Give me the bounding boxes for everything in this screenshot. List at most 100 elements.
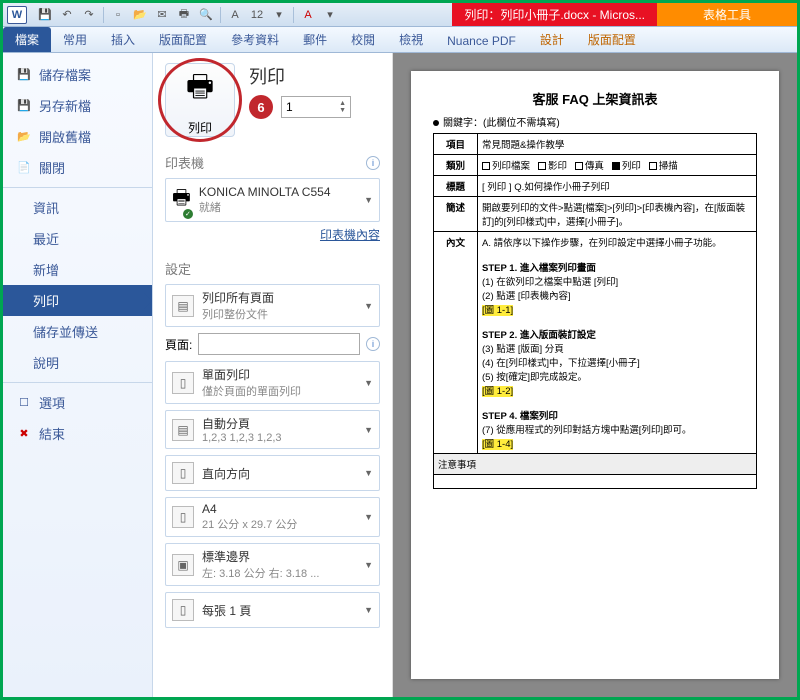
printer-status: 就緒 [199, 199, 331, 215]
chevron-down-icon[interactable]: ▼ [364, 425, 373, 435]
nav-open[interactable]: 📂 開啟舊檔 [3, 121, 152, 152]
setting-paper-size[interactable]: ▯ A421 公分 x 29.7 公分 ▼ [165, 497, 380, 537]
tab-file[interactable]: 檔案 [3, 27, 51, 52]
setting-orientation[interactable]: ▯ 直向方向 ▼ [165, 455, 380, 491]
chevron-down-icon[interactable]: ▼ [364, 378, 373, 388]
setting-sub: 僅於頁面的單面列印 [202, 383, 301, 399]
nav-label: 關閉 [39, 158, 65, 177]
tab-layout[interactable]: 版面配置 [147, 27, 219, 52]
chevron-down-icon[interactable]: ▾ [271, 7, 287, 23]
print-panel: 🖶 列印 列印 6 1 ▲▼ 印表機 i 🖶✓ KONICA MI [153, 53, 393, 697]
printer-selector[interactable]: 🖶✓ KONICA MINOLTA C554 就緒 ▼ [165, 178, 380, 222]
save-icon[interactable]: 💾 [37, 7, 53, 23]
nav-info[interactable]: 資訊 [3, 192, 152, 223]
tab-home[interactable]: 常用 [51, 27, 99, 52]
nav-print[interactable]: 列印 [3, 285, 152, 316]
tab-table-layout[interactable]: 版面配置 [576, 27, 648, 52]
check-icon: ✓ [183, 209, 193, 219]
print-icon[interactable]: 🖶 [176, 7, 192, 23]
printer-icon: 🖶 [186, 64, 214, 115]
chevron-down-icon[interactable]: ▼ [364, 512, 373, 522]
tab-table-design[interactable]: 設計 [528, 27, 576, 52]
setting-sub: 列印整份文件 [202, 306, 274, 322]
setting-main: 列印所有頁面 [202, 289, 274, 306]
setting-pages-per-sheet[interactable]: ▯ 每張 1 頁 ▼ [165, 592, 380, 628]
printer-properties-link[interactable]: 印表機內容 [165, 226, 380, 243]
nav-save[interactable]: 💾 儲存檔案 [3, 59, 152, 90]
setting-sides[interactable]: ▯ 單面列印僅於頁面的單面列印 ▼ [165, 361, 380, 404]
paper-icon: ▯ [172, 506, 194, 528]
nav-exit[interactable]: ✖結束 [3, 418, 152, 449]
nav-new[interactable]: 新增 [3, 254, 152, 285]
options-icon: ☐ [17, 396, 31, 410]
chevron-down-icon[interactable]: ▼ [364, 560, 373, 570]
printer-name: KONICA MINOLTA C554 [199, 185, 331, 199]
exit-icon: ✖ [17, 427, 31, 441]
nav-close[interactable]: 📄 關閉 [3, 152, 152, 183]
single-side-icon: ▯ [172, 372, 194, 394]
setting-main: A4 [202, 502, 297, 516]
chevron-down-icon[interactable]: ▼ [364, 301, 373, 311]
new-icon[interactable]: ▫ [110, 7, 126, 23]
title-bar: W 💾 ↶ ↷ ▫ 📂 ✉ 🖶 🔍 A 12 ▾ A ▾ 列印：列印小冊子.do… [3, 3, 797, 27]
close-icon: 📄 [17, 161, 31, 175]
pages-input[interactable] [198, 333, 360, 355]
quick-access-toolbar: 💾 ↶ ↷ ▫ 📂 ✉ 🖶 🔍 A 12 ▾ A ▾ [31, 7, 344, 23]
info-icon[interactable]: i [366, 156, 380, 170]
nav-label: 另存新檔 [39, 96, 91, 115]
printer-icon: 🖶✓ [172, 183, 191, 217]
nav-label: 開啟舊檔 [39, 127, 91, 146]
chevron-down-icon[interactable]: ▼ [364, 468, 373, 478]
chevron-down-icon[interactable]: ▼ [364, 195, 373, 205]
font-a-icon[interactable]: A [227, 7, 243, 23]
portrait-icon: ▯ [172, 462, 194, 484]
nav-label: 儲存檔案 [39, 65, 91, 84]
setting-main: 自動分頁 [202, 415, 282, 432]
doc-title: 客服 FAQ 上架資訊表 [433, 89, 757, 108]
separator [220, 7, 221, 23]
nav-help[interactable]: 說明 [3, 347, 152, 378]
setting-collate[interactable]: ▤ 自動分頁1,2,3 1,2,3 1,2,3 ▼ [165, 410, 380, 449]
backstage-view: 💾儲存檔案 💾另存新檔 📂開啟舊檔 📄關閉 資訊 最近 新增 列印 儲存並傳送 … [3, 53, 797, 697]
nav-options[interactable]: ☐ 選項 [3, 387, 152, 418]
copies-input[interactable]: 1 ▲▼ [281, 96, 351, 118]
preview-icon[interactable]: 🔍 [198, 7, 214, 23]
font-size-box[interactable]: 12 [249, 7, 265, 23]
undo-icon[interactable]: ↶ [59, 7, 75, 23]
mail-icon[interactable]: ✉ [154, 7, 170, 23]
nav-label: 選項 [39, 393, 65, 412]
tab-view[interactable]: 檢視 [387, 27, 435, 52]
setting-sub: 左: 3.18 公分 右: 3.18 ... [202, 565, 319, 581]
setting-main: 標準邊界 [202, 548, 319, 565]
tab-nuance-pdf[interactable]: Nuance PDF [435, 30, 528, 52]
redo-icon[interactable]: ↷ [81, 7, 97, 23]
nav-save-send[interactable]: 儲存並傳送 [3, 316, 152, 347]
save-icon: 💾 [17, 68, 31, 82]
setting-print-range[interactable]: ▤ 列印所有頁面列印整份文件 ▼ [165, 284, 380, 327]
setting-sub: 1,2,3 1,2,3 1,2,3 [202, 432, 282, 444]
print-button[interactable]: 🖶 列印 [165, 63, 235, 137]
tab-review[interactable]: 校閱 [339, 27, 387, 52]
title-tabs: 列印：列印小冊子.docx - Micros... 表格工具 [452, 3, 797, 26]
font-color-icon[interactable]: A [300, 7, 316, 23]
info-icon[interactable]: i [366, 337, 380, 351]
chevron-down-icon[interactable]: ▼ [364, 605, 373, 615]
margins-icon: ▣ [172, 554, 194, 576]
spinner-icon[interactable]: ▲▼ [339, 100, 346, 114]
tab-mailings[interactable]: 郵件 [291, 27, 339, 52]
setting-main: 直向方向 [202, 465, 250, 482]
tab-references[interactable]: 參考資料 [219, 27, 291, 52]
faq-table: 項目常見問題&操作教學 類別 列印檔案 影印 傳真 列印 掃描 標題[ 列印 ]… [433, 133, 757, 489]
copies-value: 1 [286, 100, 293, 114]
word-app-icon: W [7, 6, 27, 24]
divider [3, 187, 152, 188]
nav-recent[interactable]: 最近 [3, 223, 152, 254]
nav-save-as[interactable]: 💾另存新檔 [3, 90, 152, 121]
open-icon: 📂 [17, 130, 31, 144]
ribbon-tabs: 檔案 常用 插入 版面配置 參考資料 郵件 校閱 檢視 Nuance PDF 設… [3, 27, 797, 53]
open-icon[interactable]: 📂 [132, 7, 148, 23]
contextual-tab-title: 表格工具 [657, 3, 797, 26]
setting-margins[interactable]: ▣ 標準邊界左: 3.18 公分 右: 3.18 ... ▼ [165, 543, 380, 586]
chevron-down-icon[interactable]: ▾ [322, 7, 338, 23]
tab-insert[interactable]: 插入 [99, 27, 147, 52]
